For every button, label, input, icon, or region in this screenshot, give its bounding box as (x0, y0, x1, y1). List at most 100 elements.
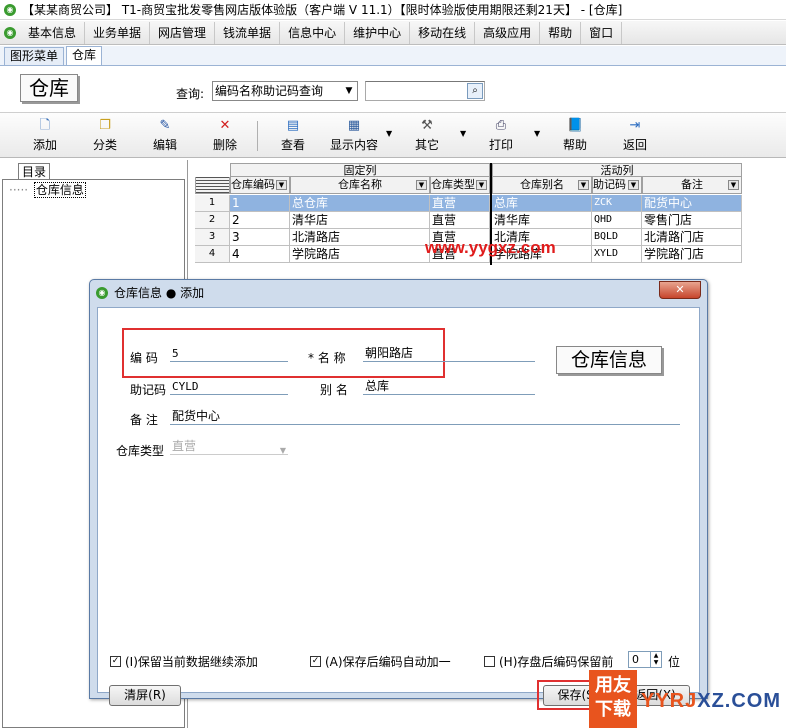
label-mnemonic: 助记码 (130, 383, 167, 397)
col-header-code[interactable]: 仓库编码 ▼ (230, 177, 290, 194)
view-button[interactable]: ▤ 查看 (276, 116, 310, 156)
col-header-note[interactable]: 备注 ▼ (642, 177, 742, 194)
app-logo-icon: ◉ (4, 3, 16, 16)
help-button[interactable]: 📘 帮助 (558, 116, 592, 156)
menu-mobile-online[interactable]: 移动在线 (410, 21, 476, 44)
brand-badge: 用友 下载 (589, 670, 637, 728)
label-note: 备 注 (130, 413, 158, 427)
category-button[interactable]: ❐ 分类 (88, 116, 122, 156)
clear-button[interactable]: 清屏(R) (109, 685, 181, 706)
query-mode-select[interactable]: 编码名称助记码查询 ▼ (212, 81, 358, 101)
menu-logo-icon: ◉ (4, 26, 16, 39)
checkbox-checked-icon: ✓ (110, 656, 121, 667)
auto-increment-label: (A)保存后编码自动加一 (325, 655, 451, 669)
tab-strip: 图形菜单 仓库 (0, 46, 786, 66)
menu-info-center[interactable]: 信息中心 (280, 21, 346, 44)
keep-prefix-label: (H)存盘后编码保留前 (499, 655, 614, 669)
menu-help[interactable]: 帮助 (540, 21, 582, 44)
exit-door-icon: ⇥ (629, 118, 641, 133)
keep-data-label: (I)保留当前数据继续添加 (125, 655, 258, 669)
brand-watermark: 用友 下载 YYRJXZ.COM (589, 670, 786, 728)
checkbox-unchecked-icon (484, 656, 495, 667)
table-row[interactable]: 2 2 清华店 直营 清华库 QHD 零售门店 (195, 212, 742, 229)
delete-x-icon: ✕ (219, 118, 231, 133)
keep-prefix-checkbox[interactable]: (H)存盘后编码保留前 (484, 653, 613, 670)
info-title-logo: 仓库信息 (556, 346, 662, 374)
display-content-button[interactable]: ▦ 显示内容 (326, 116, 382, 156)
col-header-mnemonic[interactable]: 助记码 ▼ (592, 177, 642, 194)
mnemonic-field[interactable]: CYLD (170, 379, 288, 395)
auto-increment-checkbox[interactable]: ✓ (A)保存后编码自动加一 (310, 653, 451, 670)
display-dropdown-icon[interactable]: ▼ (386, 129, 392, 138)
back-button[interactable]: ⇥ 返回 (618, 116, 652, 156)
menu-advanced[interactable]: 高级应用 (475, 21, 541, 44)
alias-field[interactable]: 总库 (363, 379, 535, 395)
add-button[interactable]: 🗋 添加 (28, 116, 62, 156)
other-dropdown-icon[interactable]: ▼ (460, 129, 466, 138)
col-header-name[interactable]: 仓库名称 ▼ (290, 177, 430, 194)
other-button-label: 其它 (414, 138, 439, 152)
category-button-label: 分类 (92, 138, 117, 152)
tree-tab-catalog[interactable]: 目录 (18, 163, 50, 180)
menu-window[interactable]: 窗口 (581, 21, 623, 44)
chevron-down-icon[interactable]: ▼ (276, 180, 287, 190)
toolbar-separator (257, 121, 258, 151)
print-button-label: 打印 (488, 138, 513, 152)
dialog-title: 仓库信息 ● 添加 (114, 286, 205, 300)
query-mode-value: 编码名称助记码查询 (215, 84, 324, 98)
tab-graphic-menu[interactable]: 图形菜单 (4, 47, 65, 65)
keep-data-checkbox[interactable]: ✓ (I)保留当前数据继续添加 (110, 653, 258, 670)
grid-group-fixed: 固定列 (230, 163, 490, 177)
chevron-down-icon[interactable]: ▼ (343, 82, 355, 100)
chevron-down-icon: ▼ (279, 446, 286, 455)
stepper-arrows-icon[interactable]: ▲ ▼ (650, 652, 661, 667)
search-icon[interactable]: ⌕ (467, 83, 483, 99)
window-titlebar: ◉ 【某某商贸公司】 T1-商贸宝批发零售网店版体验版（客户端 V 11.1）【… (0, 0, 786, 20)
query-input[interactable]: ⌕ (365, 81, 485, 101)
dialog-body: 编 码 5 * 名 称 朝阳路店 仓库信息 助记码 CYLD 别 名 总库 备 … (97, 307, 700, 710)
warehouse-add-dialog: ◉ 仓库信息 ● 添加 ✕ 编 码 5 * 名 称 朝阳路店 仓库信息 助记码 … (89, 279, 708, 710)
chevron-down-icon[interactable]: ▼ (416, 180, 427, 190)
tree-item-warehouse-info[interactable]: ····· 仓库信息 (9, 181, 86, 198)
view-button-label: 查看 (280, 138, 305, 152)
tree-connector: ····· (9, 183, 29, 197)
edit-button[interactable]: ✎ 编辑 (148, 116, 182, 156)
window-title: 【某某商贸公司】 T1-商贸宝批发零售网店版体验版（客户端 V 11.1）【限时… (22, 3, 623, 17)
help-book-icon: 📘 (567, 118, 584, 133)
table-row[interactable]: 1 1 总仓库 直营 总库 ZCK 配货中心 (195, 195, 742, 212)
module-title: 仓库 (20, 74, 78, 102)
grid-group-active: 活动列 (492, 163, 742, 177)
chevron-down-icon[interactable]: ▼ (476, 180, 487, 190)
prefix-unit-label: 位 (668, 655, 681, 669)
menu-online-store[interactable]: 网店管理 (150, 21, 216, 44)
type-select: 直营 ▼ (170, 439, 288, 455)
menu-cash-docs[interactable]: 钱流单据 (215, 21, 281, 44)
delete-button-label: 删除 (212, 138, 237, 152)
print-button[interactable]: ⎙ 打印 (484, 116, 518, 156)
prefix-digits-stepper[interactable]: 0 ▲ ▼ (628, 651, 662, 668)
chevron-down-icon[interactable]: ▼ (628, 180, 639, 190)
tab-warehouse[interactable]: 仓库 (66, 46, 103, 65)
name-field[interactable]: 朝阳路店 (363, 346, 535, 362)
add-button-label: 添加 (32, 138, 57, 152)
grid-columns-icon: ▦ (347, 118, 361, 133)
menu-basic-info[interactable]: 基本信息 (20, 21, 86, 44)
code-field[interactable]: 5 (170, 346, 288, 362)
print-dropdown-icon[interactable]: ▼ (534, 129, 540, 138)
menu-maintenance[interactable]: 维护中心 (345, 21, 411, 44)
chevron-down-icon[interactable]: ▼ (578, 180, 589, 190)
col-header-alias[interactable]: 仓库别名 ▼ (492, 177, 592, 194)
delete-button[interactable]: ✕ 删除 (208, 116, 242, 156)
col-header-type[interactable]: 仓库类型 ▼ (430, 177, 490, 194)
menubar: ◉ 基本信息 业务单据 网店管理 钱流单据 信息中心 维护中心 移动在线 高级应… (0, 21, 786, 45)
watermark-text: www.yygxz.com (425, 238, 556, 257)
module-header: 仓库 查询: 编码名称助记码查询 ▼ ⌕ (0, 67, 786, 111)
query-label: 查询: (176, 87, 205, 101)
menu-business-docs[interactable]: 业务单据 (85, 21, 151, 44)
other-button[interactable]: ⚒ 其它 (410, 116, 444, 156)
note-field[interactable]: 配货中心 (170, 409, 680, 425)
prefix-digits-value: 0 (632, 653, 639, 666)
tree-item-label: 仓库信息 (33, 182, 86, 198)
close-icon[interactable]: ✕ (659, 281, 701, 299)
chevron-down-icon[interactable]: ▼ (728, 180, 739, 190)
